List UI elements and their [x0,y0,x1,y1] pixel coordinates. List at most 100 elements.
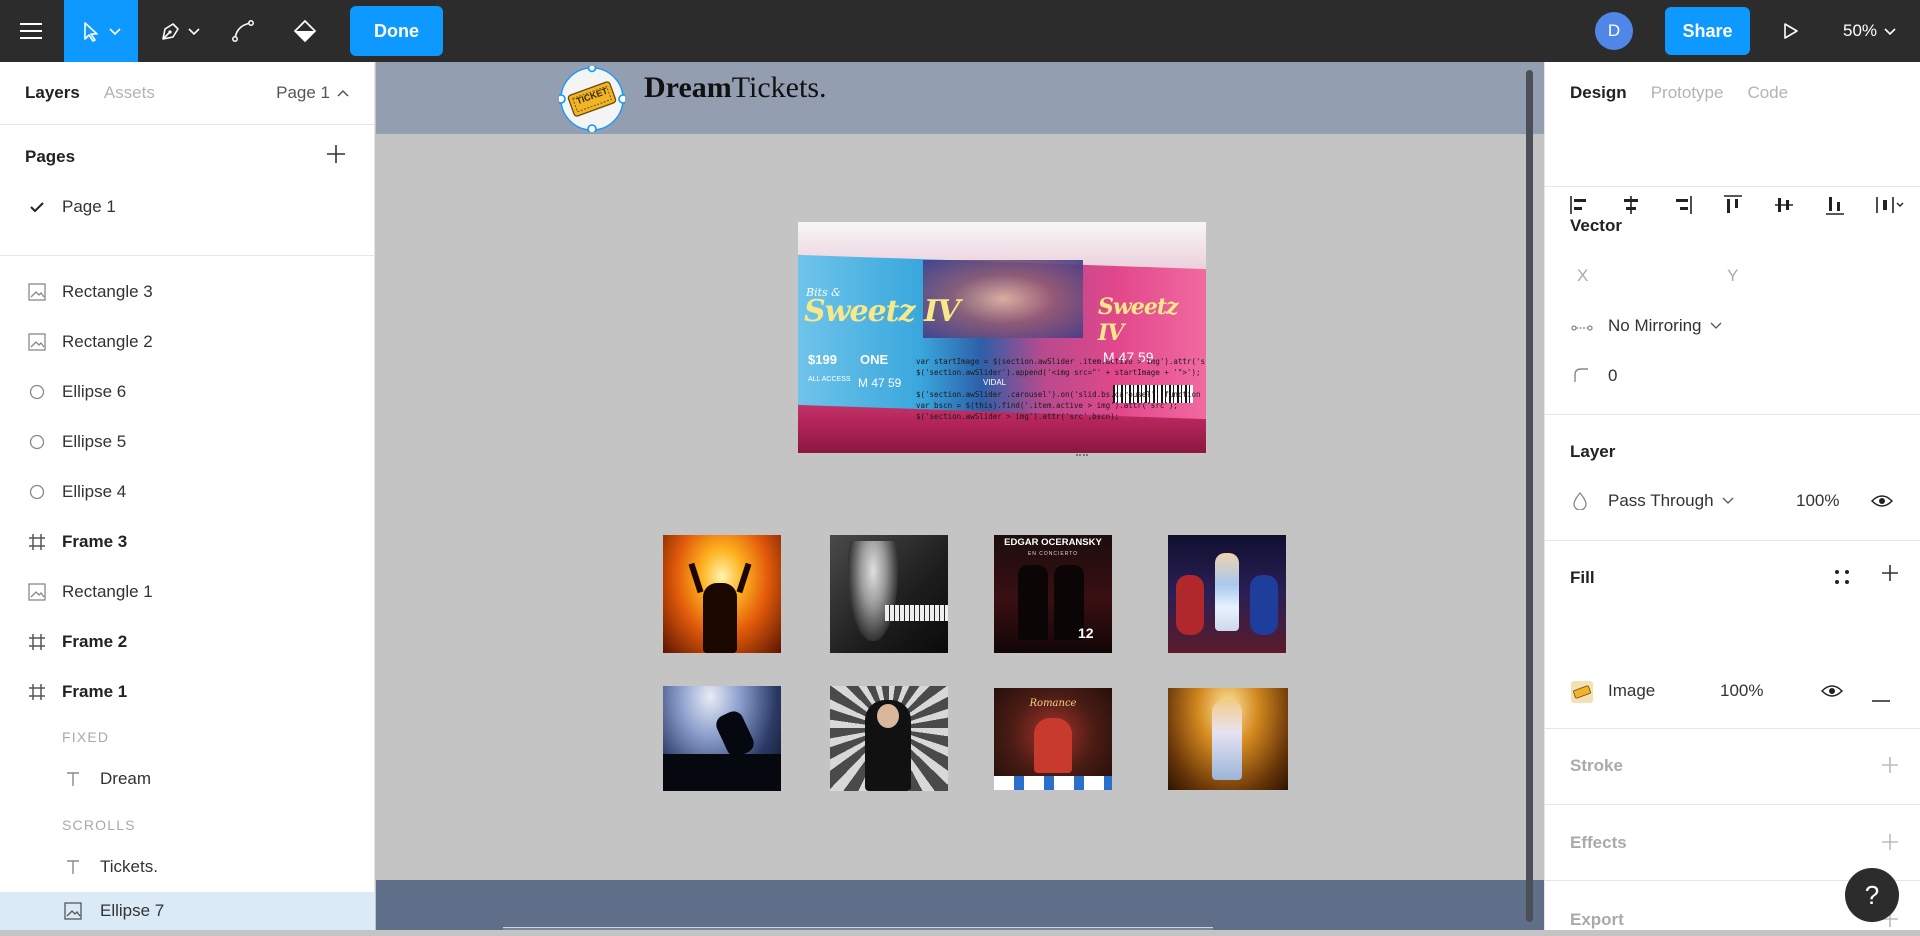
add-page-button[interactable] [324,142,348,166]
layer-ellipse-5[interactable]: Ellipse 5 [0,417,375,467]
concert-thumb-pianist[interactable] [830,535,948,653]
bend-tool-button[interactable] [222,0,264,62]
concert-thumb-singer[interactable] [830,686,948,791]
layers-panel: Layers Assets Page 1 Pages Page 1 Rectan… [0,62,375,930]
add-fill-button[interactable] [1880,562,1900,590]
chevron-down-icon [188,28,200,36]
layer-label: Ellipse 6 [62,382,127,401]
bezier-curve-icon [232,20,254,42]
export-heading: Export [1570,910,1624,929]
layer-label: Frame 3 [62,532,128,551]
layer-opacity-field[interactable]: 100% [1796,491,1839,511]
present-button[interactable] [1770,0,1810,62]
user-avatar[interactable]: D [1595,12,1633,50]
pop-star-figure [1212,700,1242,780]
align-bottom-icon[interactable] [1824,194,1846,216]
layer-ellipse-4[interactable]: Ellipse 4 [0,467,375,517]
share-button[interactable]: Share [1665,7,1750,55]
add-effect-button[interactable] [1880,831,1900,859]
add-stroke-button[interactable] [1880,754,1900,782]
layer-rectangle-2[interactable]: Rectangle 2 [0,317,375,367]
done-button[interactable]: Done [350,6,443,56]
tab-prototype[interactable]: Prototype [1651,83,1724,103]
scrolls-section-label: SCROLLS [62,817,136,833]
layer-frame-2[interactable]: Frame 2 [0,617,375,667]
page-item-page-1[interactable]: Page 1 [0,182,375,232]
page-selector[interactable]: Page 1 [276,62,350,124]
corner-radius-field[interactable]: 0 [1608,366,1617,386]
fill-visibility-eye-icon[interactable] [1820,684,1844,703]
tab-assets[interactable]: Assets [104,83,155,103]
cursor-arrow-icon [84,22,98,42]
layer-ellipse-7-selected[interactable]: Ellipse 7 [0,892,375,930]
tab-layers[interactable]: Layers [25,83,80,103]
corner-radius-icon [1573,367,1589,388]
ticket-logo[interactable]: TICKET [556,63,628,134]
blend-drop-icon [1573,492,1587,515]
ellipse-icon [27,432,47,452]
tab-design[interactable]: Design [1570,83,1627,103]
concert-thumb-pop-star[interactable] [1168,688,1288,790]
layer-text-dream[interactable]: Dream [0,754,375,804]
concert-thumb-stage-dive[interactable] [663,686,781,791]
remove-fill-button[interactable] [1871,690,1891,708]
pen-tool-button[interactable] [150,0,210,62]
layer-rectangle-3[interactable]: Rectangle 3 [0,267,375,317]
tab-code[interactable]: Code [1747,83,1788,103]
paint-bucket-button[interactable] [284,0,326,62]
distribute-icon[interactable] [1875,194,1905,216]
header-bar-frame[interactable] [376,62,1544,134]
pages-heading: Pages [25,147,76,166]
dancer-figure [1176,575,1204,635]
layer-label: Rectangle 2 [62,332,153,351]
footer-bar-frame[interactable] [376,880,1544,930]
align-horizontal-center-icon[interactable] [1620,194,1642,216]
text-layer-icon [63,857,83,877]
pianist-figure [848,541,898,641]
layer-visibility-eye-icon[interactable] [1870,494,1894,513]
concert-thumb-poster[interactable]: EDGAR OCERANSKY EN CONCIERTO 12 [994,535,1112,653]
layer-text-tickets[interactable]: Tickets. [0,842,375,892]
hero-ticket-image[interactable]: Bits & Sweetz IV Sweetz IV $199 ONE ALL … [798,222,1206,453]
concert-thumb-crowd[interactable] [663,535,781,653]
help-button[interactable]: ? [1845,868,1899,922]
align-vertical-center-icon[interactable] [1773,194,1795,216]
poster-subtitle: EN CONCIERTO [1027,551,1079,557]
fill-opacity-field[interactable]: 100% [1720,681,1763,701]
fill-type-label[interactable]: Image [1608,681,1655,701]
blend-mode-dropdown[interactable]: Pass Through [1608,491,1734,511]
page-selector-label: Page 1 [276,83,330,102]
mirroring-dropdown[interactable]: No Mirroring [1608,316,1722,336]
main-menu-button[interactable] [10,0,52,62]
x-field[interactable]: X [1577,266,1588,286]
layer-rectangle-1[interactable]: Rectangle 1 [0,567,375,617]
blend-mode-value: Pass Through [1608,491,1714,510]
code-line: $('section.awSlider').append('<img src="… [916,368,1201,377]
layer-ellipse-6[interactable]: Ellipse 6 [0,367,375,417]
brand-dream: Dream [644,71,732,104]
fill-image-swatch[interactable] [1571,681,1593,703]
move-tool-button[interactable] [64,0,138,62]
chevron-down-icon [109,28,121,36]
chevron-down-icon [1722,497,1733,504]
vertical-scrollbar[interactable] [1526,70,1533,922]
align-top-icon[interactable] [1722,194,1744,216]
align-left-icon[interactable] [1569,194,1591,216]
fill-styles-icon[interactable] [1833,568,1851,591]
properties-panel: Design Prototype Code Vector X Y No Mirr… [1544,62,1920,930]
zoom-value: 50% [1842,21,1878,40]
concert-thumb-performer[interactable] [1168,535,1286,653]
layer-frame-3[interactable]: Frame 3 [0,517,375,567]
resize-handle[interactable] [1076,454,1088,456]
design-canvas[interactable]: TICKET DreamTickets. Bits & Sweetz IV Sw… [376,62,1544,930]
performer-figure [1215,553,1239,631]
zoom-dropdown[interactable]: 50% [1830,0,1910,62]
layer-frame-1[interactable]: Frame 1 [0,667,375,717]
dancer-figure [1250,575,1278,635]
align-right-icon[interactable] [1671,194,1693,216]
diver-silhouette [713,708,757,760]
concert-thumb-romance-poster[interactable]: Romance [994,688,1112,790]
brand-wordmark[interactable]: DreamTickets. [644,71,827,105]
effects-heading: Effects [1570,833,1627,852]
y-field[interactable]: Y [1727,266,1738,286]
